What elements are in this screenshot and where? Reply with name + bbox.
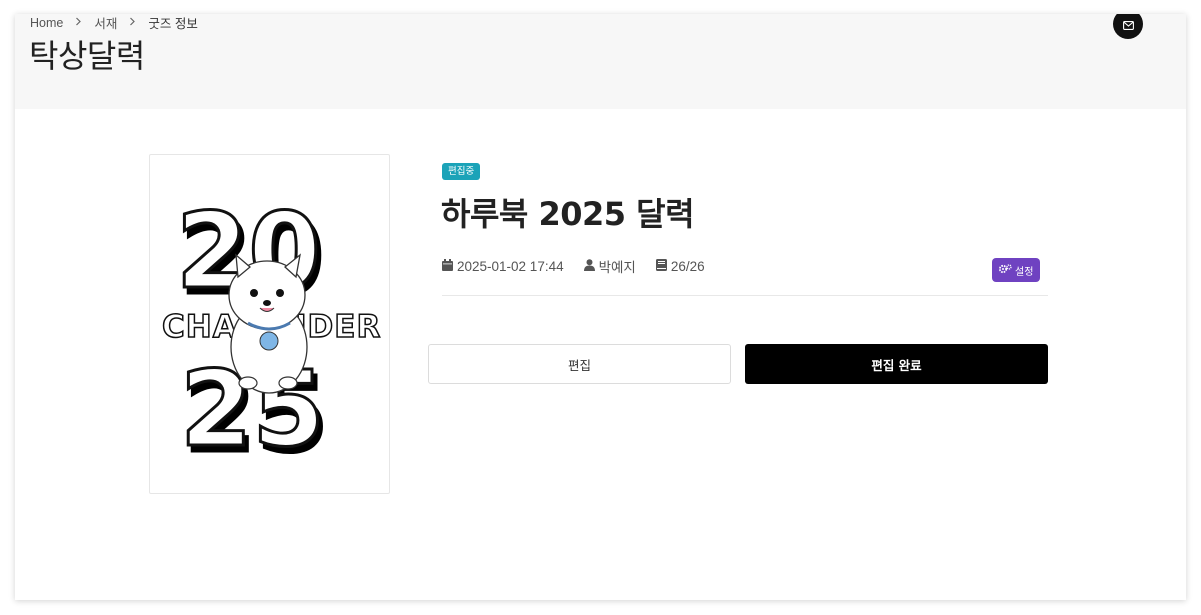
cover-illustration: 20 20 CHALENDER 25 25 <box>161 189 381 478</box>
mail-button[interactable] <box>1113 14 1143 39</box>
edit-button[interactable]: 편집 <box>428 344 731 384</box>
book-icon <box>655 258 671 274</box>
page-title: 탁상달력 <box>29 37 145 75</box>
chevron-right-icon <box>75 17 82 29</box>
user-icon <box>583 258 599 274</box>
page-card: Home 서재 굿즈 정보 탁상달력 20 20 CHALENDER 25 25 <box>15 14 1186 600</box>
breadcrumb-current: 굿즈 정보 <box>148 17 198 31</box>
meta-pages: 26/26 <box>655 258 705 274</box>
gears-icon <box>998 263 1012 277</box>
calendar-icon <box>442 258 457 274</box>
dog-illustration <box>228 253 308 394</box>
meta-author: 박예지 <box>583 256 636 276</box>
done-editing-button[interactable]: 편집 완료 <box>745 344 1048 384</box>
chevron-right-icon <box>129 17 136 29</box>
meta-pages-value: 26/26 <box>670 258 705 274</box>
meta-date-value: 2025-01-02 17:44 <box>457 258 564 274</box>
breadcrumb-home[interactable]: Home <box>30 16 63 30</box>
header-band: Home 서재 굿즈 정보 탁상달력 <box>15 14 1186 109</box>
breadcrumb-library[interactable]: 서재 <box>94 14 117 32</box>
meta-date: 2025-01-02 17:44 <box>442 258 564 274</box>
meta-author-value: 박예지 <box>598 260 636 275</box>
divider <box>442 295 1048 296</box>
product-meta: 2025-01-02 17:44 박예지 26/26 <box>442 256 725 276</box>
settings-button-label: 설정 <box>1015 266 1034 278</box>
breadcrumb: Home 서재 굿즈 정보 <box>30 14 198 32</box>
product-title: 하루북 2025 달력 <box>441 195 695 233</box>
status-badge: 편집중 <box>442 163 481 180</box>
product-cover-image: 20 20 CHALENDER 25 25 <box>149 154 390 494</box>
settings-button[interactable]: 설정 <box>992 258 1041 282</box>
mail-icon <box>1122 15 1134 34</box>
